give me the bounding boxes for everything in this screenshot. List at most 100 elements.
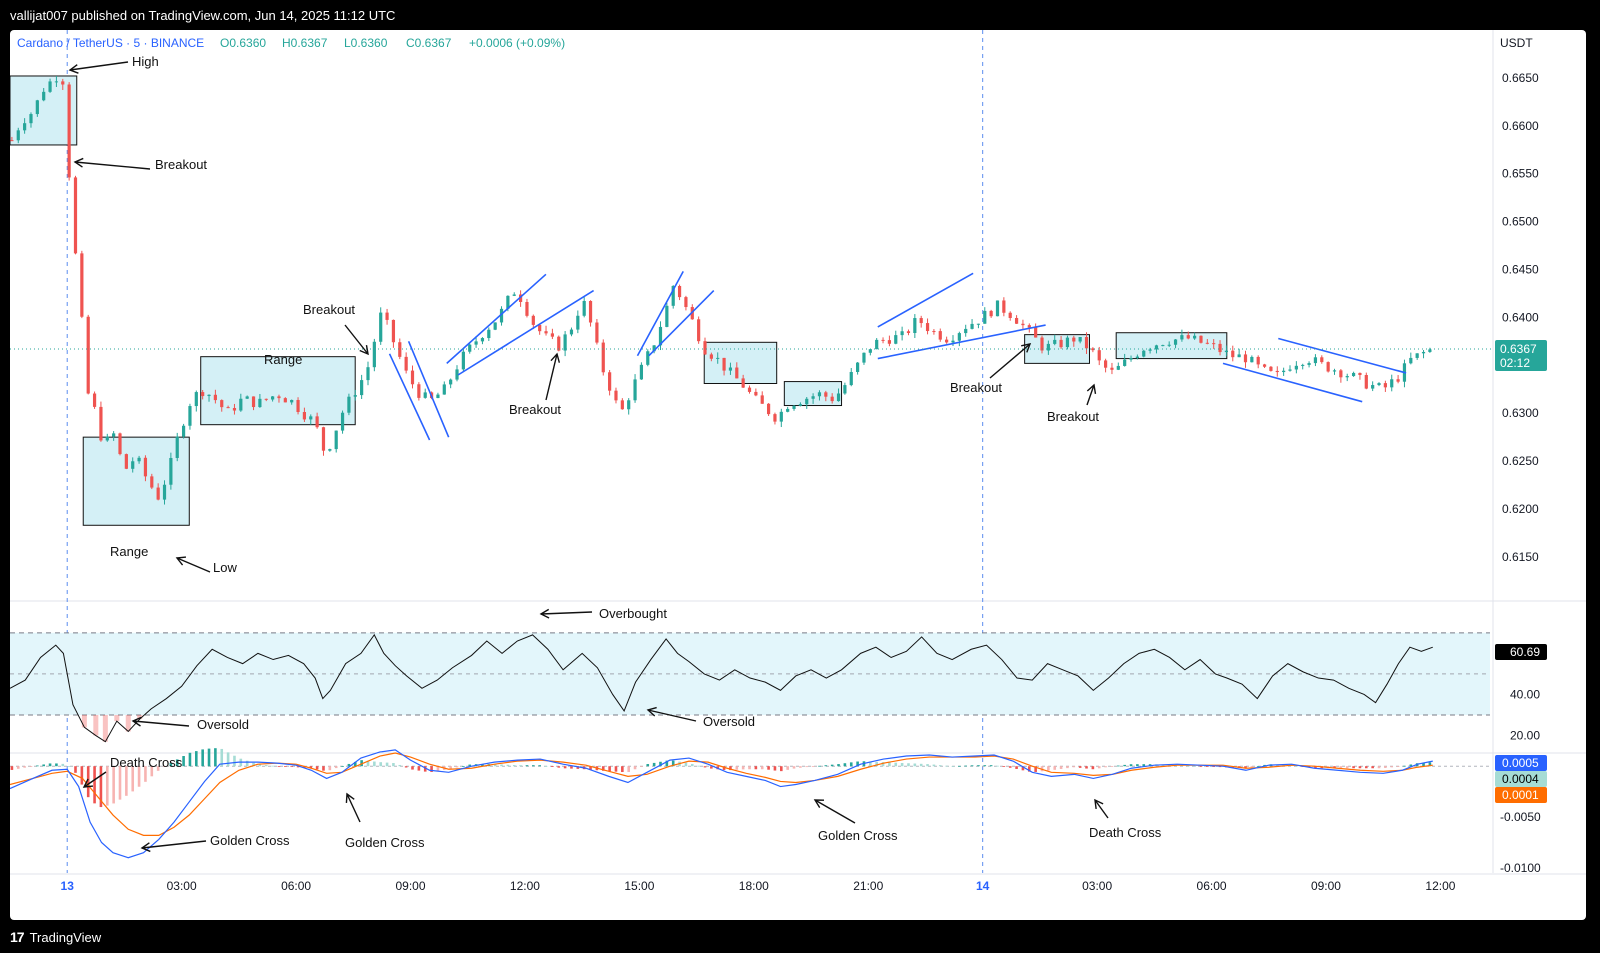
candle-body: [722, 357, 726, 371]
candle-body: [245, 396, 249, 399]
candle-body: [296, 399, 300, 412]
macd-histogram-bar: [42, 764, 46, 767]
macd-histogram-bar: [1352, 766, 1355, 769]
candle-body: [760, 395, 764, 404]
candle-body: [474, 341, 478, 345]
candle-body: [290, 399, 294, 403]
macd-histogram-bar: [811, 766, 815, 768]
price-tick: 0.6550: [1502, 167, 1539, 181]
candle-body: [608, 372, 612, 391]
macd-histogram-bar: [786, 766, 789, 770]
trading-chart[interactable]: USDT 0.6650 0.6600 0.6550 0.6500 0.6450 0.6400…: [10, 30, 1586, 920]
macd-histogram-bar: [125, 766, 128, 796]
macd-histogram-bar: [697, 765, 700, 767]
legend-high: H0.6367: [282, 36, 328, 50]
macd-histogram-bar: [913, 763, 917, 767]
price-tick: 0.6400: [1502, 310, 1539, 324]
macd-histogram-bar: [373, 761, 376, 767]
macd-tick: -0.0100: [1500, 861, 1541, 875]
candle-body: [201, 392, 205, 397]
macd-histogram-bar: [919, 763, 923, 767]
macd-histogram-bar: [1136, 764, 1139, 767]
macd-histogram-bar: [48, 763, 52, 767]
macd-histogram-bar: [512, 765, 516, 767]
macd-histogram-bar: [1117, 765, 1120, 767]
candle-body: [23, 123, 27, 131]
trendline: [388, 353, 431, 441]
candle-body: [1415, 353, 1419, 358]
macd-histogram-bar: [315, 766, 319, 770]
macd-histogram-bar: [1206, 766, 1209, 768]
candle-body: [321, 427, 326, 451]
candle-body: [334, 430, 338, 450]
candle-body: [957, 333, 961, 341]
macd-histogram-bar: [551, 766, 554, 768]
macd-histogram-bar: [557, 766, 561, 768]
candle-body: [1269, 366, 1273, 371]
candle-body: [1154, 345, 1159, 350]
candle-body: [258, 398, 262, 408]
tradingview-brand[interactable]: 17 TradingView: [10, 929, 101, 945]
grid-layer: [10, 30, 1586, 875]
candle-body: [868, 349, 872, 353]
macd-histogram-bar: [105, 766, 109, 806]
candle-body: [16, 130, 20, 141]
macd-histogram-bar: [1047, 766, 1050, 771]
macd-histogram-bar: [690, 764, 694, 767]
macd-histogram-bar: [894, 762, 898, 767]
candle-body: [595, 322, 599, 343]
candle-body: [938, 331, 942, 340]
candle-body: [417, 384, 421, 398]
macd-histogram-bar: [334, 766, 338, 769]
macd-histogram-bar: [55, 763, 58, 767]
candle-body: [569, 329, 574, 335]
macd-histogram-bar: [1097, 766, 1101, 769]
candle-body: [786, 408, 790, 412]
macd-histogram-bar: [1358, 766, 1362, 769]
candle-body: [601, 342, 605, 373]
price-pane[interactable]: [10, 75, 1493, 526]
macd-histogram-bar: [23, 766, 26, 768]
macd-histogram-bar: [989, 765, 993, 767]
price-tick: 0.6600: [1502, 119, 1539, 133]
candle-body: [1186, 335, 1190, 339]
candle-body: [398, 342, 402, 357]
chart-frame[interactable]: USDT 0.6650 0.6600 0.6550 0.6500 0.6450 0.6400…: [10, 30, 1586, 920]
macd-histogram-bar: [1390, 766, 1394, 768]
candle-body: [1256, 356, 1260, 365]
macd-histogram-bar: [703, 766, 707, 768]
candle-body: [1339, 370, 1343, 378]
candle-body: [315, 416, 319, 428]
macd-histogram-bar: [411, 766, 414, 770]
annotation-label: Breakout: [1047, 409, 1099, 424]
candle-body: [391, 319, 396, 343]
candle-body: [1288, 369, 1292, 371]
macd-histogram-bar: [233, 755, 236, 767]
candle-body: [1409, 357, 1413, 364]
time-tick: 06:00: [1197, 879, 1227, 893]
candle-body: [1345, 376, 1349, 378]
candle-body: [716, 357, 720, 359]
macd-histogram-bar: [271, 765, 274, 767]
macd-histogram-bar: [201, 749, 204, 767]
macd-value: 0.0001: [1502, 788, 1539, 802]
candle-body: [131, 461, 135, 469]
macd-histogram-bar: [780, 766, 783, 772]
macd-histogram-bar: [264, 765, 268, 767]
candle-body: [1351, 372, 1356, 377]
annotation-layer: High Breakout Range Low Range Breakout Breakou…: [68, 54, 1162, 853]
candle-body: [188, 406, 192, 426]
annotation-label: Range: [264, 352, 302, 367]
candle-body: [1072, 337, 1076, 342]
candle-body: [468, 344, 472, 352]
macd-histogram-bar: [1129, 764, 1133, 767]
macd-histogram-bar: [290, 766, 293, 768]
rsi-tick: 40.00: [1510, 687, 1540, 701]
range-box: [1115, 332, 1228, 360]
time-tick: 21:00: [853, 879, 883, 893]
macd-histogram-bar: [277, 766, 281, 768]
annotation-label: Breakout: [155, 157, 207, 172]
candle-body: [1193, 335, 1197, 339]
macd-histogram-bar: [926, 764, 929, 767]
candle-body: [703, 341, 707, 355]
